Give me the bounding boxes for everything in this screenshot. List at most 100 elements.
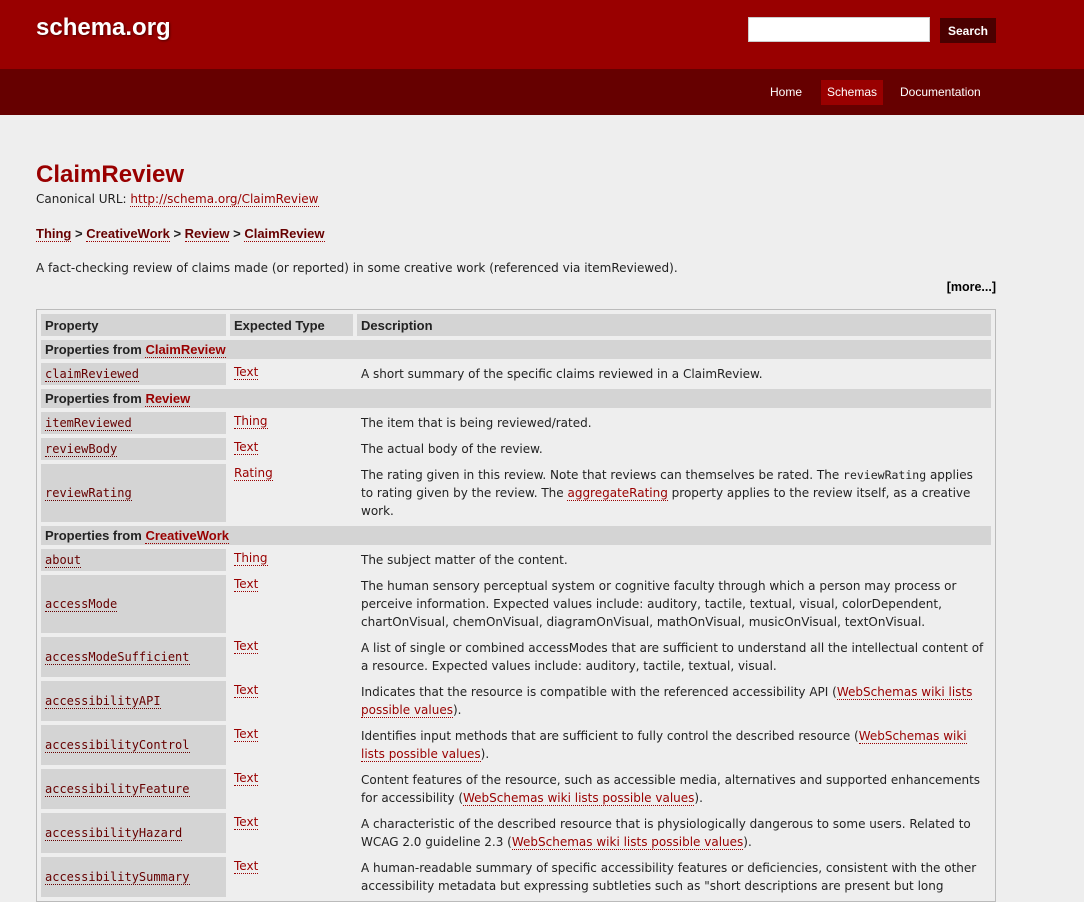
expected-type-cell: Text xyxy=(230,725,353,765)
breadcrumb: Thing > CreativeWork > Review > ClaimRev… xyxy=(36,226,325,242)
description-cell: The subject matter of the content. xyxy=(357,549,991,571)
properties-group-type-link[interactable]: CreativeWork xyxy=(145,528,230,544)
description-cell: Indicates that the resource is compatibl… xyxy=(357,681,991,721)
property-name-link[interactable]: accessibilitySummary xyxy=(45,870,190,885)
description-cell: A human-readable summary of specific acc… xyxy=(357,857,991,897)
description-text: Identifies input methods that are suffic… xyxy=(361,729,859,743)
column-header-description: Description xyxy=(357,314,991,336)
property-name-link[interactable]: accessibilityAPI xyxy=(45,694,161,709)
property-name-link[interactable]: about xyxy=(45,553,82,568)
table-row: claimReviewed Text A short summary of the … xyxy=(41,363,991,385)
property-name-link[interactable]: itemReviewed xyxy=(45,416,132,431)
properties-group-type-link[interactable]: Review xyxy=(145,391,191,407)
description-text: A short summary of the specific claims r… xyxy=(361,367,763,381)
expected-type-link[interactable]: Text xyxy=(234,727,259,742)
property-cell: accessMode xyxy=(41,575,226,633)
page-title: ClaimReview xyxy=(36,161,185,188)
description-cell: Content features of the resource, such a… xyxy=(357,769,991,809)
nav-home[interactable]: Home xyxy=(764,80,808,105)
expected-type-link[interactable]: Text xyxy=(234,639,259,654)
table-row: accessibilityHazard Text A characteristic … xyxy=(41,813,991,853)
table-row: accessMode Text The human sensory perceptu… xyxy=(41,575,991,633)
expected-type-cell: Text xyxy=(230,575,353,633)
expected-type-link[interactable]: Thing xyxy=(234,414,268,429)
expected-type-link[interactable]: Text xyxy=(234,859,259,874)
description-text: ). xyxy=(480,747,490,761)
description-cell: The actual body of the review. xyxy=(357,438,991,460)
description-text: The rating given in this review. Note th… xyxy=(361,468,844,482)
property-cell: accessibilityFeature xyxy=(41,769,226,809)
properties-group-header: Properties from CreativeWork xyxy=(41,526,991,545)
property-name-link[interactable]: accessibilityHazard xyxy=(45,826,183,841)
properties-from-label: Properties from xyxy=(45,342,142,357)
description-text: Indicates that the resource is compatibl… xyxy=(361,685,837,699)
description-text: The actual body of the review. xyxy=(361,442,543,456)
description-text: The human sensory perceptual system or c… xyxy=(361,579,957,629)
search-button[interactable]: Search xyxy=(940,18,996,43)
description-link[interactable]: WebSchemas wiki lists possible values xyxy=(463,791,695,806)
description-cell: The rating given in this review. Note th… xyxy=(357,464,991,522)
property-cell: reviewRating xyxy=(41,464,226,522)
description-text: ). xyxy=(452,703,462,717)
property-name-link[interactable]: accessMode xyxy=(45,597,118,612)
more-link[interactable]: [more...] xyxy=(947,280,996,294)
expected-type-cell: Text xyxy=(230,637,353,677)
expected-type-cell: Text xyxy=(230,813,353,853)
table-row: accessModeSufficient Text A list of single… xyxy=(41,637,991,677)
canonical-url-line: Canonical URL: http://schema.org/ClaimRe… xyxy=(36,192,319,207)
expected-type-link[interactable]: Thing xyxy=(234,551,268,566)
property-name-link[interactable]: accessibilityFeature xyxy=(45,782,190,797)
table-header-row: Property Expected Type Description xyxy=(41,314,991,336)
description-text: The item that is being reviewed/rated. xyxy=(361,416,592,430)
description-cell: A characteristic of the described resour… xyxy=(357,813,991,853)
description-text: A list of single or combined accessModes… xyxy=(361,641,984,673)
property-name-link[interactable]: accessibilityControl xyxy=(45,738,190,753)
site-logo[interactable]: schema.org xyxy=(36,14,171,42)
property-cell: reviewBody xyxy=(41,438,226,460)
expected-type-cell: Rating xyxy=(230,464,353,522)
property-name-link[interactable]: reviewBody xyxy=(45,442,118,457)
description-link[interactable]: WebSchemas wiki lists possible values xyxy=(511,835,744,850)
description-link[interactable]: aggregateRating xyxy=(567,486,668,501)
nav-documentation[interactable]: Documentation xyxy=(894,80,987,105)
breadcrumb-thing[interactable]: Thing xyxy=(36,226,72,242)
property-cell: about xyxy=(41,549,226,571)
properties-table: Property Expected Type Description Prope… xyxy=(36,309,996,902)
breadcrumb-separator: > xyxy=(173,226,182,241)
expected-type-link[interactable]: Text xyxy=(234,365,259,380)
breadcrumb-creativework[interactable]: CreativeWork xyxy=(86,226,170,242)
properties-group-type-link[interactable]: ClaimReview xyxy=(145,342,226,358)
property-name-link[interactable]: accessModeSufficient xyxy=(45,650,190,665)
table-row: reviewRating Rating The rating given in th… xyxy=(41,464,991,522)
expected-type-link[interactable]: Rating xyxy=(234,466,273,481)
property-cell: claimReviewed xyxy=(41,363,226,385)
expected-type-link[interactable]: Text xyxy=(234,440,259,455)
expected-type-cell: Text xyxy=(230,769,353,809)
expected-type-cell: Thing xyxy=(230,412,353,434)
description-text: The subject matter of the content. xyxy=(361,553,568,567)
description-cell: A list of single or combined accessModes… xyxy=(357,637,991,677)
column-header-property: Property xyxy=(41,314,226,336)
expected-type-link[interactable]: Text xyxy=(234,815,259,830)
breadcrumb-claimreview[interactable]: ClaimReview xyxy=(244,226,325,242)
breadcrumb-review[interactable]: Review xyxy=(184,226,230,242)
expected-type-link[interactable]: Text xyxy=(234,577,259,592)
property-cell: accessibilityHazard xyxy=(41,813,226,853)
description-cell: The item that is being reviewed/rated. xyxy=(357,412,991,434)
description-cell: The human sensory perceptual system or c… xyxy=(357,575,991,633)
description-text: ). xyxy=(694,791,703,805)
table-row: reviewBody Text The actual body of the rev… xyxy=(41,438,991,460)
properties-from-label: Properties from xyxy=(45,391,142,406)
expected-type-cell: Text xyxy=(230,363,353,385)
property-name-link[interactable]: reviewRating xyxy=(45,486,132,501)
search-input[interactable] xyxy=(748,17,930,42)
expected-type-cell: Text xyxy=(230,857,353,897)
expected-type-link[interactable]: Text xyxy=(234,683,259,698)
canonical-url-link[interactable]: http://schema.org/ClaimReview xyxy=(130,192,319,207)
expected-type-link[interactable]: Text xyxy=(234,771,259,786)
breadcrumb-separator: > xyxy=(233,226,241,241)
description-text: ). xyxy=(743,835,752,849)
nav-schemas[interactable]: Schemas xyxy=(821,80,884,105)
description-code: reviewRating xyxy=(843,468,927,482)
property-name-link[interactable]: claimReviewed xyxy=(45,367,139,382)
